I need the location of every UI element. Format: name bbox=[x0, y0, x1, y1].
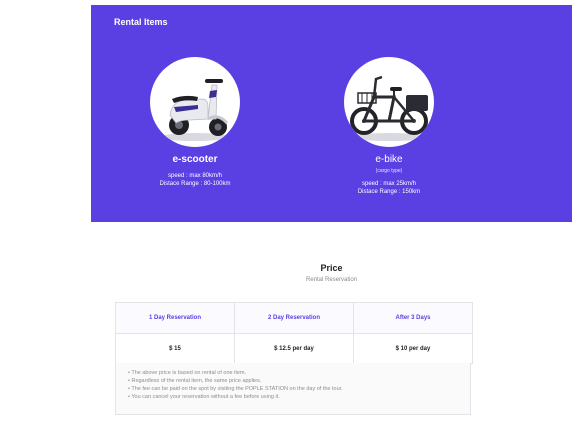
rental-item-escooter[interactable]: e-scooter speed : max 80km/h Distace Ran… bbox=[105, 57, 285, 188]
item-range: Distace Range : 80-100km bbox=[159, 181, 231, 187]
header-1-day: 1 Day Reservation bbox=[116, 303, 235, 333]
cargo-ebike-illustration bbox=[350, 75, 428, 141]
scooter-photo bbox=[150, 57, 240, 147]
item-subtitle: (cargo type) bbox=[375, 168, 403, 174]
ebike-photo bbox=[344, 57, 434, 147]
page: Rental Items e-scooter speed: max 80km/… bbox=[0, 0, 572, 422]
section-title: Rental Items bbox=[114, 17, 168, 27]
price-subtitle: Rental Reservation bbox=[305, 277, 358, 283]
note-item: • The above price is based on rental of … bbox=[128, 370, 247, 376]
price-2-day: $ 12.5 per day bbox=[235, 333, 354, 363]
scooter-illustration bbox=[161, 79, 229, 141]
item-name: e-bike bbox=[375, 154, 403, 165]
item-specs: speed : max 25km/h Distace Range : 150km bbox=[299, 180, 479, 196]
price-title: Price bbox=[320, 263, 343, 273]
rental-items-section: Rental Items e-scooter speed: max 80km/… bbox=[91, 5, 572, 222]
note-item: • The fee can be paid on the spot by vis… bbox=[128, 386, 343, 392]
note-item: • Regardless of the rental item, the sam… bbox=[128, 378, 262, 384]
price-table-header: 1 Day Reservation 2 Day Reservation Afte… bbox=[116, 303, 472, 333]
note-item: • You can cancel your reservation withou… bbox=[128, 394, 280, 400]
item-speed: speed : max 25km/h bbox=[361, 181, 417, 187]
header-2-day: 2 Day Reservation bbox=[235, 303, 354, 333]
price-3-days: $ 10 per day bbox=[354, 333, 472, 363]
item-speed: speed : max 80km/h bbox=[167, 173, 223, 179]
item-specs: speed : max 80km/h Distace Range : 80-10… bbox=[105, 172, 285, 188]
price-1-day: $ 15 bbox=[116, 333, 235, 363]
price-table: 1 Day Reservation 2 Day Reservation Afte… bbox=[115, 302, 473, 364]
item-name: e-scooter bbox=[172, 154, 218, 165]
header-3-days: After 3 Days bbox=[354, 303, 472, 333]
price-table-row: $ 15 $ 12.5 per day $ 10 per day bbox=[116, 333, 472, 363]
item-range: Distace Range : 150km bbox=[357, 189, 421, 195]
rental-item-ebike[interactable]: e-bike (cargo type) speed : max 25km/h D… bbox=[299, 57, 479, 196]
price-notes: • The above price is based on rental of … bbox=[115, 363, 471, 415]
